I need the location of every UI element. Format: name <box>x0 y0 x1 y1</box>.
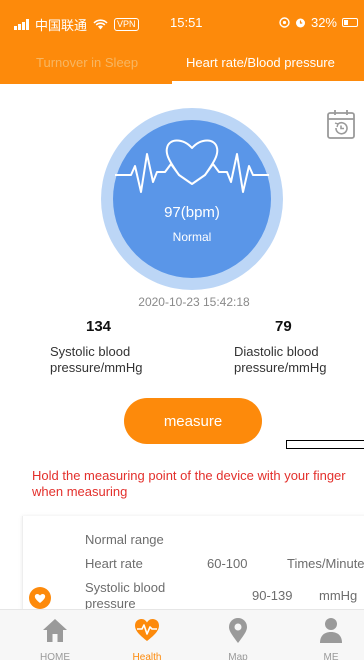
measurement-datetime: 2020-10-23 15:42:18 <box>138 295 250 309</box>
carrier-name: 中国联通 <box>35 18 88 33</box>
tab-turnover-in-sleep[interactable]: Turnover in Sleep <box>36 55 138 70</box>
systolic-label: Systolic blood pressure/mmHg <box>50 344 143 375</box>
heart-rate-range-label: Heart rate <box>85 556 143 571</box>
nav-home-label: HOME <box>40 652 70 660</box>
normal-range-title: Normal range <box>85 532 164 547</box>
status-time: 15:51 <box>170 15 203 30</box>
nav-me[interactable]: ME <box>296 610 364 660</box>
wifi-icon <box>93 19 108 30</box>
nav-me-label: ME <box>323 652 339 660</box>
heart-pulse-icon <box>115 139 269 193</box>
nav-home[interactable]: HOME <box>20 610 90 660</box>
nav-map-label: Map <box>228 652 248 660</box>
outline-box <box>286 440 364 449</box>
person-icon <box>320 618 342 643</box>
systolic-range-label: Systolic blood pressure <box>85 580 166 611</box>
battery-percent: 32% <box>310 15 337 30</box>
systolic-range-value: 90-139 <box>252 588 293 603</box>
history-calendar-icon[interactable] <box>326 108 356 140</box>
nav-map[interactable]: Map <box>203 610 273 660</box>
nav-health-label: Health <box>132 652 162 660</box>
alarm-icon <box>295 18 305 28</box>
home-icon <box>43 619 67 642</box>
status-bar: 中国联通 VPN 15:51 32% <box>0 0 364 44</box>
systolic-value: 134 <box>86 318 112 335</box>
systolic-range-unit: mmHg <box>319 588 358 603</box>
heartbeat-icon <box>135 619 159 641</box>
heart-rate-status: Normal <box>172 230 212 244</box>
battery-icon <box>342 18 358 27</box>
tab-bar: Turnover in Sleep Heart rate/Blood press… <box>0 44 364 84</box>
heart-rate-range-value: 60-100 <box>207 556 248 571</box>
heart-rate-range-unit: Times/Minute <box>287 556 364 571</box>
tab-heart-rate-blood-pressure[interactable]: Heart rate/Blood pressure <box>186 55 335 70</box>
location-lock-icon <box>279 17 290 28</box>
bottom-navigation: HOME Health Map ME <box>0 609 364 660</box>
active-tab-indicator <box>172 81 364 84</box>
signal-icon <box>14 19 29 30</box>
vpn-badge: VPN <box>114 18 139 31</box>
heart-badge-icon <box>29 587 51 609</box>
nav-health[interactable]: Health <box>112 610 182 660</box>
map-pin-icon <box>229 618 247 643</box>
measure-button[interactable]: measure <box>124 398 262 444</box>
measuring-hint: Hold the measuring point of the device w… <box>32 468 346 499</box>
diastolic-label: Diastolic blood pressure/mmHg <box>234 344 327 375</box>
diastolic-value: 79 <box>275 318 292 335</box>
heart-rate-value: 97(bpm) <box>164 204 220 221</box>
